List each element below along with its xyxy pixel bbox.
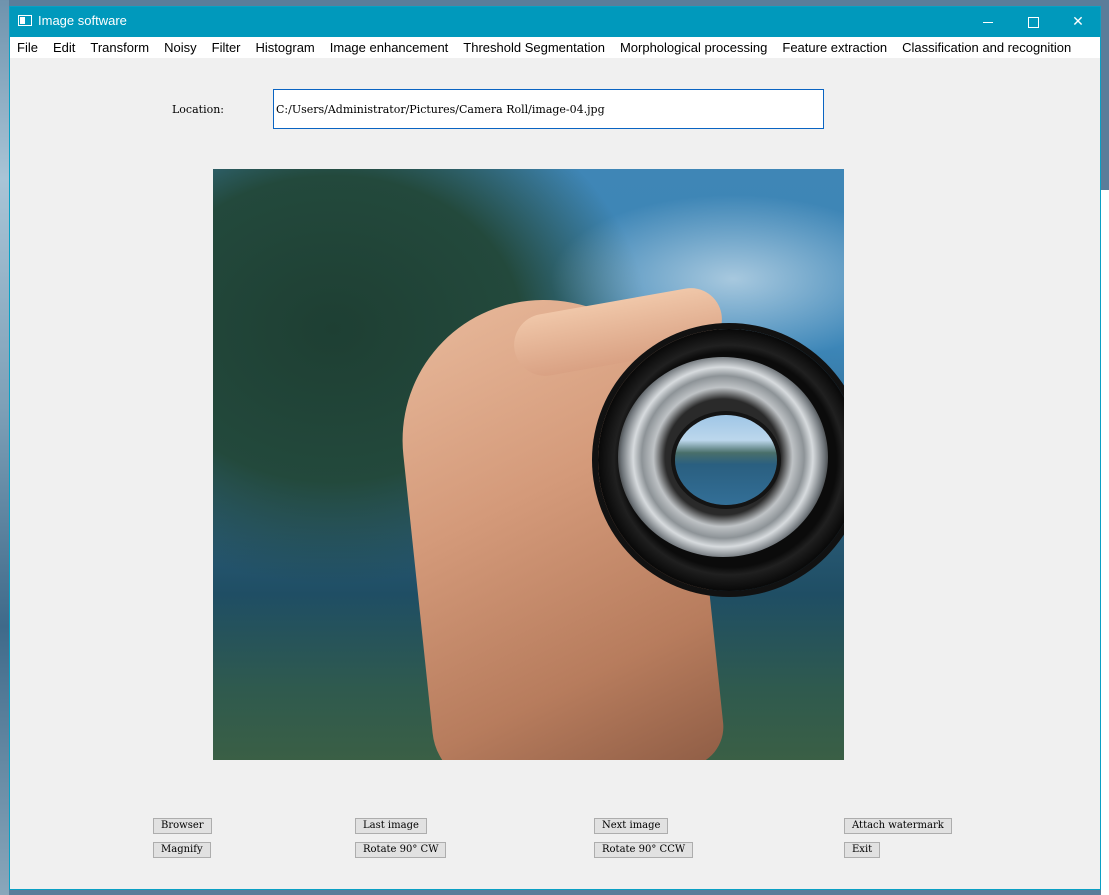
title-bar[interactable]: Image software ✕ xyxy=(10,7,1100,37)
menu-histogram[interactable]: Histogram xyxy=(249,37,323,58)
close-button[interactable]: ✕ xyxy=(1055,7,1101,37)
menu-bar: File Edit Transform Noisy Filter Histogr… xyxy=(10,37,1100,58)
app-window: Image software ✕ File Edit Transform Noi… xyxy=(9,6,1101,890)
maximize-icon xyxy=(1027,16,1039,28)
menu-image-enhancement[interactable]: Image enhancement xyxy=(323,37,457,58)
menu-file[interactable]: File xyxy=(10,37,46,58)
magnify-button[interactable]: Magnify xyxy=(153,842,211,858)
minimize-button[interactable] xyxy=(965,7,1011,37)
menu-transform[interactable]: Transform xyxy=(83,37,157,58)
exit-button[interactable]: Exit xyxy=(844,842,881,858)
last-image-button[interactable]: Last image xyxy=(355,818,427,834)
attach-watermark-button[interactable]: Attach watermark xyxy=(844,818,952,834)
location-label: Location: xyxy=(172,103,224,116)
rotate-ccw-button[interactable]: Rotate 90° CCW xyxy=(594,842,694,858)
menu-noisy[interactable]: Noisy xyxy=(157,37,205,58)
close-icon: ✕ xyxy=(1072,14,1084,30)
menu-morphological-processing[interactable]: Morphological processing xyxy=(613,37,775,58)
desktop-background-left xyxy=(0,0,9,895)
window-title: Image software xyxy=(38,13,127,28)
desktop-background-right xyxy=(1101,190,1109,895)
browser-button[interactable]: Browser xyxy=(153,818,212,834)
next-image-button[interactable]: Next image xyxy=(594,818,669,834)
menu-threshold-segmentation[interactable]: Threshold Segmentation xyxy=(456,37,613,58)
rotate-cw-button[interactable]: Rotate 90° CW xyxy=(355,842,447,858)
image-display xyxy=(213,169,844,760)
menu-edit[interactable]: Edit xyxy=(46,37,83,58)
menu-feature-extraction[interactable]: Feature extraction xyxy=(775,37,895,58)
menu-classification-recognition[interactable]: Classification and recognition xyxy=(895,37,1079,58)
app-icon xyxy=(18,15,32,26)
maximize-button[interactable] xyxy=(1010,7,1056,37)
location-input[interactable] xyxy=(273,89,824,129)
photo-lens-view xyxy=(675,415,777,505)
minimize-icon xyxy=(983,21,993,23)
menu-filter[interactable]: Filter xyxy=(205,37,249,58)
